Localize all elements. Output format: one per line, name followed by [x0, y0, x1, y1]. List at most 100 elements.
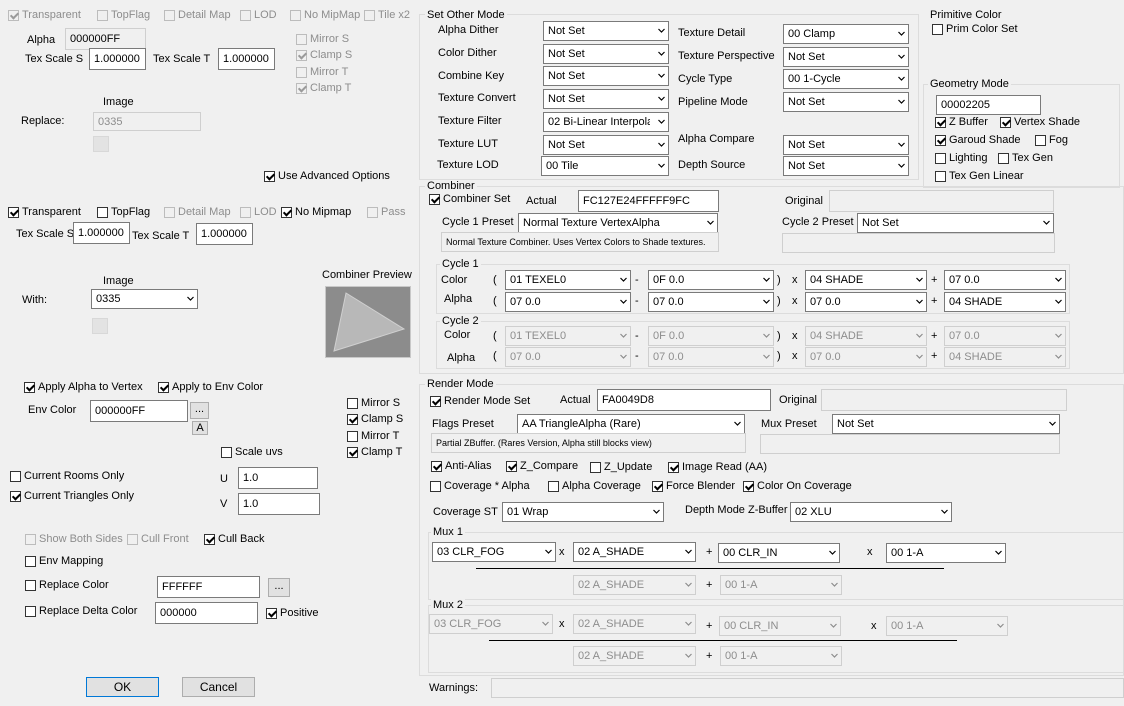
cycle1-preset-dropdown[interactable]: Normal Texture VertexAlpha	[518, 213, 718, 233]
cycle1-alpha-a-dropdown[interactable]: 07 0.0	[505, 292, 631, 312]
apply-alpha-vertex-checkbox[interactable]: Apply Alpha to Vertex	[24, 381, 143, 394]
force-blender-checkbox[interactable]: Force Blender	[652, 480, 735, 493]
cycle2-color-c-dropdown[interactable]: 04 SHADE	[805, 326, 927, 346]
alpha-compare-dropdown[interactable]: Not Set	[783, 135, 909, 155]
cycle2-preset-dropdown[interactable]: Not Set	[857, 213, 1054, 233]
cancel-button[interactable]: Cancel	[182, 677, 255, 697]
tex1-topflag-checkbox[interactable]: TopFlag	[97, 9, 150, 22]
mux2-d-dropdown[interactable]: 00 1-A	[886, 616, 1008, 636]
ok-button[interactable]: OK	[86, 677, 159, 697]
cycle1-alpha-b-dropdown[interactable]: 07 0.0	[648, 292, 774, 312]
mux1-e-dropdown[interactable]: 02 A_SHADE	[573, 575, 696, 595]
mux2-b-dropdown[interactable]: 02 A_SHADE	[573, 614, 696, 634]
tex1-tex-scale-s-field[interactable]: 1.000000	[89, 48, 146, 70]
tex1-lod-checkbox[interactable]: LOD	[240, 9, 277, 22]
tex1-mirror-t-checkbox[interactable]: Mirror T	[296, 66, 348, 79]
fog-checkbox[interactable]: Fog	[1035, 134, 1068, 147]
combiner-set-checkbox[interactable]: Combiner Set	[429, 193, 510, 206]
cycle2-color-d-dropdown[interactable]: 07 0.0	[944, 326, 1066, 346]
replace-color-checkbox[interactable]: Replace Color	[25, 579, 109, 592]
v-field[interactable]: 1.0	[238, 493, 320, 515]
combiner-original-field[interactable]	[829, 190, 1054, 212]
coverage-alpha-checkbox[interactable]: Coverage * Alpha	[430, 480, 530, 493]
mux1-d-dropdown[interactable]: 00 1-A	[886, 543, 1006, 563]
tex2-transparent-checkbox[interactable]: Transparent	[8, 206, 81, 219]
env-alpha-button[interactable]: A	[192, 421, 208, 435]
tex-gen-checkbox[interactable]: Tex Gen	[998, 152, 1053, 165]
replace-color-field[interactable]: FFFFFF	[157, 576, 260, 598]
tex2-topflag-checkbox[interactable]: TopFlag	[97, 206, 150, 219]
texture-detail-dropdown[interactable]: 00 Clamp	[783, 24, 909, 44]
tex2-no-mipmap-checkbox[interactable]: No Mipmap	[281, 206, 351, 219]
cycle2-color-a-dropdown[interactable]: 01 TEXEL0	[505, 326, 631, 346]
pipeline-mode-dropdown[interactable]: Not Set	[783, 92, 909, 112]
cycle1-alpha-d-dropdown[interactable]: 04 SHADE	[944, 292, 1066, 312]
combine-key-dropdown[interactable]: Not Set	[543, 66, 669, 86]
current-triangles-only-checkbox[interactable]: Current Triangles Only	[10, 490, 134, 503]
tex1-detail-map-checkbox[interactable]: Detail Map	[164, 9, 231, 22]
mux2-e-dropdown[interactable]: 02 A_SHADE	[573, 646, 696, 666]
alpha-dither-dropdown[interactable]: Not Set	[543, 21, 669, 41]
tex2-pass-checkbox[interactable]: Pass	[367, 206, 405, 219]
replace-delta-color-checkbox[interactable]: Replace Delta Color	[25, 605, 137, 618]
anti-alias-checkbox[interactable]: Anti-Alias	[431, 460, 491, 473]
scale-uvs-checkbox[interactable]: Scale uvs	[221, 446, 283, 459]
z-compare-checkbox[interactable]: Z_Compare	[506, 460, 578, 473]
tex2-with-dropdown[interactable]: 0335	[91, 289, 198, 309]
tex1-alpha-field[interactable]: 000000FF	[65, 28, 146, 50]
render-mode-set-checkbox[interactable]: Render Mode Set	[430, 395, 530, 408]
z-buffer-checkbox[interactable]: Z Buffer	[935, 116, 988, 129]
cycle1-color-d-dropdown[interactable]: 07 0.0	[944, 270, 1066, 290]
tex1-transparent-checkbox[interactable]: Transparent	[8, 9, 81, 22]
tex1-clamp-s-checkbox[interactable]: Clamp S	[296, 49, 352, 62]
flags-preset-dropdown[interactable]: AA TriangleAlpha (Rare)	[517, 414, 745, 434]
cycle2-alpha-c-dropdown[interactable]: 07 0.0	[805, 347, 927, 367]
tex2-detail-map-checkbox[interactable]: Detail Map	[164, 206, 231, 219]
mux1-b-dropdown[interactable]: 02 A_SHADE	[573, 542, 696, 562]
mux2-f-dropdown[interactable]: 00 1-A	[720, 646, 842, 666]
env-clamp-t-checkbox[interactable]: Clamp T	[347, 446, 402, 459]
vertex-shade-checkbox[interactable]: Vertex Shade	[1000, 116, 1080, 129]
render-original-field[interactable]	[821, 389, 1067, 411]
image-read-checkbox[interactable]: Image Read (AA)	[668, 461, 767, 474]
tex2-lod-checkbox[interactable]: LOD	[240, 206, 277, 219]
garoud-shade-checkbox[interactable]: Garoud Shade	[935, 134, 1021, 147]
cycle2-alpha-b-dropdown[interactable]: 07 0.0	[648, 347, 774, 367]
show-both-sides-checkbox[interactable]: Show Both Sides	[25, 533, 123, 546]
positive-checkbox[interactable]: Positive	[266, 607, 319, 620]
tex1-no-mipmap-checkbox[interactable]: No MipMap	[290, 9, 360, 22]
cycle1-color-b-dropdown[interactable]: 0F 0.0	[648, 270, 774, 290]
mux1-a-dropdown[interactable]: 03 CLR_FOG	[432, 542, 556, 562]
replace-color-picker-button[interactable]: ...	[268, 578, 290, 597]
tex1-tex-scale-t-field[interactable]: 1.000000	[218, 48, 275, 70]
env-clamp-s-checkbox[interactable]: Clamp S	[347, 413, 403, 426]
env-color-picker-button[interactable]: ...	[190, 402, 209, 419]
cycle1-alpha-c-dropdown[interactable]: 07 0.0	[805, 292, 927, 312]
apply-env-color-checkbox[interactable]: Apply to Env Color	[158, 381, 263, 394]
z-update-checkbox[interactable]: Z_Update	[590, 461, 652, 474]
env-mapping-checkbox[interactable]: Env Mapping	[25, 555, 103, 568]
mux1-c-dropdown[interactable]: 00 CLR_IN	[718, 543, 840, 563]
cycle1-color-c-dropdown[interactable]: 04 SHADE	[805, 270, 927, 290]
texture-perspective-dropdown[interactable]: Not Set	[783, 47, 909, 67]
cull-back-checkbox[interactable]: Cull Back	[204, 533, 264, 546]
cycle2-alpha-a-dropdown[interactable]: 07 0.0	[505, 347, 631, 367]
tex1-replace-field[interactable]: 0335	[93, 112, 201, 131]
render-actual-field[interactable]: FA0049D8	[597, 389, 771, 411]
tex1-tile-x2-checkbox[interactable]: Tile x2	[364, 9, 410, 22]
mux2-a-dropdown[interactable]: 03 CLR_FOG	[429, 614, 553, 634]
use-advanced-options-checkbox[interactable]: Use Advanced Options	[264, 170, 390, 183]
mux2-c-dropdown[interactable]: 00 CLR_IN	[719, 616, 841, 636]
tex2-tex-scale-s-field[interactable]: 1.000000	[73, 222, 130, 244]
tex1-clamp-t-checkbox[interactable]: Clamp T	[296, 82, 351, 95]
coverage-st-dropdown[interactable]: 01 Wrap	[502, 502, 664, 522]
prim-color-set-checkbox[interactable]: Prim Color Set	[932, 23, 1018, 36]
cycle2-alpha-d-dropdown[interactable]: 04 SHADE	[944, 347, 1066, 367]
tex1-mirror-s-checkbox[interactable]: Mirror S	[296, 33, 349, 46]
depth-source-dropdown[interactable]: Not Set	[783, 156, 909, 176]
texture-lod-dropdown[interactable]: 00 Tile	[541, 156, 669, 176]
cycle1-color-a-dropdown[interactable]: 01 TEXEL0	[505, 270, 631, 290]
texture-filter-dropdown[interactable]: 02 Bi-Linear Interpola	[543, 112, 669, 132]
mux-preset-dropdown[interactable]: Not Set	[832, 414, 1060, 434]
lighting-checkbox[interactable]: Lighting	[935, 152, 988, 165]
